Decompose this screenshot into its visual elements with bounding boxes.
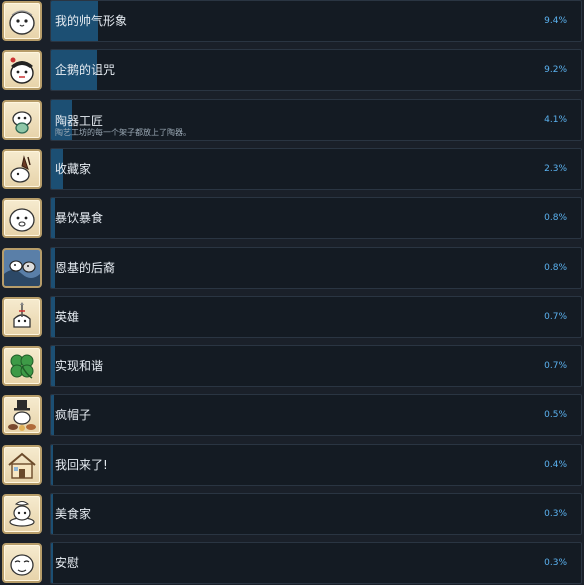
- achievement-panel: 实现和谐 0.7%: [50, 345, 582, 388]
- achievement-row[interactable]: 企鹅的诅咒 9.2%: [0, 49, 584, 93]
- achievement-title: 安慰: [55, 556, 80, 571]
- unlock-rate-bar: [51, 395, 54, 436]
- achievement-row[interactable]: 收藏家 2.3%: [0, 147, 584, 192]
- achievement-row[interactable]: 安慰 0.3%: [0, 542, 584, 585]
- comfort-icon: [2, 543, 42, 584]
- enki-descendant-icon: [2, 247, 42, 288]
- achievement-title: 恩基的后裔: [55, 260, 116, 275]
- unlock-percentage: 0.5%: [544, 410, 567, 421]
- achievement-title: 实现和谐: [55, 359, 104, 374]
- four-leaf-clover-icon: [2, 346, 42, 387]
- achievement-row[interactable]: 暴饮暴食 0.8%: [0, 197, 584, 241]
- achievement-row[interactable]: 我回来了! 0.4%: [0, 443, 584, 488]
- achievement-panel: 恩基的后裔 0.8%: [50, 246, 582, 289]
- collector-icon: [2, 148, 42, 189]
- achievement-list: 我的帅气形象 9.4% 企鹅的诅咒 9.2% 陶器工匠 陶艺工坊的每一个架子都放上了陶器。…: [0, 0, 584, 585]
- achievement-row[interactable]: 陶器工匠 陶艺工坊的每一个架子都放上了陶器。 4.1%: [0, 98, 584, 143]
- unlock-percentage: 0.4%: [544, 459, 567, 470]
- achievement-description: 陶艺工坊的每一个架子都放上了陶器。: [55, 127, 191, 137]
- pottery-icon: [2, 99, 42, 140]
- unlock-percentage: 9.4%: [544, 16, 567, 26]
- achievement-title: 暴饮暴食: [55, 211, 104, 226]
- mad-hatter-icon: [2, 395, 42, 436]
- unlock-rate-bar: [51, 296, 55, 337]
- achievement-title: 企鹅的诅咒: [55, 63, 116, 78]
- achievement-title: 英雄: [55, 309, 80, 324]
- unlock-percentage: 9.2%: [544, 65, 567, 76]
- achievement-title: 我回来了!: [55, 457, 108, 472]
- achievement-panel: 收藏家 2.3%: [50, 147, 582, 190]
- chubby-bird-portrait-icon: [2, 1, 42, 41]
- achievement-row[interactable]: 疯帽子 0.5%: [0, 394, 584, 438]
- unlock-rate-bar: [51, 346, 55, 387]
- house-icon: [2, 444, 42, 485]
- achievement-title: 收藏家: [55, 161, 92, 176]
- gourmet-icon: [2, 494, 42, 534]
- achievement-title: 美食家: [55, 507, 92, 521]
- unlock-percentage: 4.1%: [544, 114, 567, 125]
- achievement-panel: 疯帽子 0.5%: [50, 394, 582, 437]
- unlock-percentage: 0.7%: [544, 311, 567, 322]
- unlock-rate-bar: [51, 444, 53, 485]
- achievement-row[interactable]: 恩基的后裔 0.8%: [0, 246, 584, 291]
- achievement-panel: 陶器工匠 陶艺工坊的每一个架子都放上了陶器。 4.1%: [50, 98, 582, 141]
- unlock-percentage: 0.3%: [544, 558, 567, 569]
- unlock-percentage: 0.8%: [544, 213, 567, 224]
- achievement-row[interactable]: 英雄 0.7%: [0, 295, 584, 340]
- achievement-title: 疯帽子: [55, 408, 92, 423]
- gluttony-icon: [2, 198, 42, 239]
- unlock-percentage: 0.7%: [544, 361, 567, 372]
- unlock-percentage: 0.8%: [544, 262, 567, 273]
- achievement-panel: 安慰 0.3%: [50, 542, 582, 585]
- hero-icon: [2, 296, 42, 337]
- unlock-percentage: 0.3%: [544, 509, 567, 519]
- achievement-panel: 暴饮暴食 0.8%: [50, 197, 582, 240]
- achievement-panel: 美食家 0.3%: [50, 493, 582, 535]
- achievement-title: 我的帅气形象: [55, 14, 128, 28]
- unlock-percentage: 2.3%: [544, 163, 567, 174]
- unlock-rate-bar: [51, 543, 53, 584]
- unlock-rate-bar: [51, 494, 53, 534]
- penguin-curse-icon: [2, 50, 42, 91]
- achievement-panel: 企鹅的诅咒 9.2%: [50, 49, 582, 92]
- achievement-row[interactable]: 我的帅气形象 9.4%: [0, 0, 584, 44]
- achievement-panel: 我回来了! 0.4%: [50, 443, 582, 486]
- achievement-row[interactable]: 美食家 0.3%: [0, 493, 584, 537]
- achievement-row[interactable]: 实现和谐 0.7%: [0, 345, 584, 389]
- achievement-panel: 英雄 0.7%: [50, 295, 582, 338]
- achievement-panel: 我的帅气形象 9.4%: [50, 0, 582, 42]
